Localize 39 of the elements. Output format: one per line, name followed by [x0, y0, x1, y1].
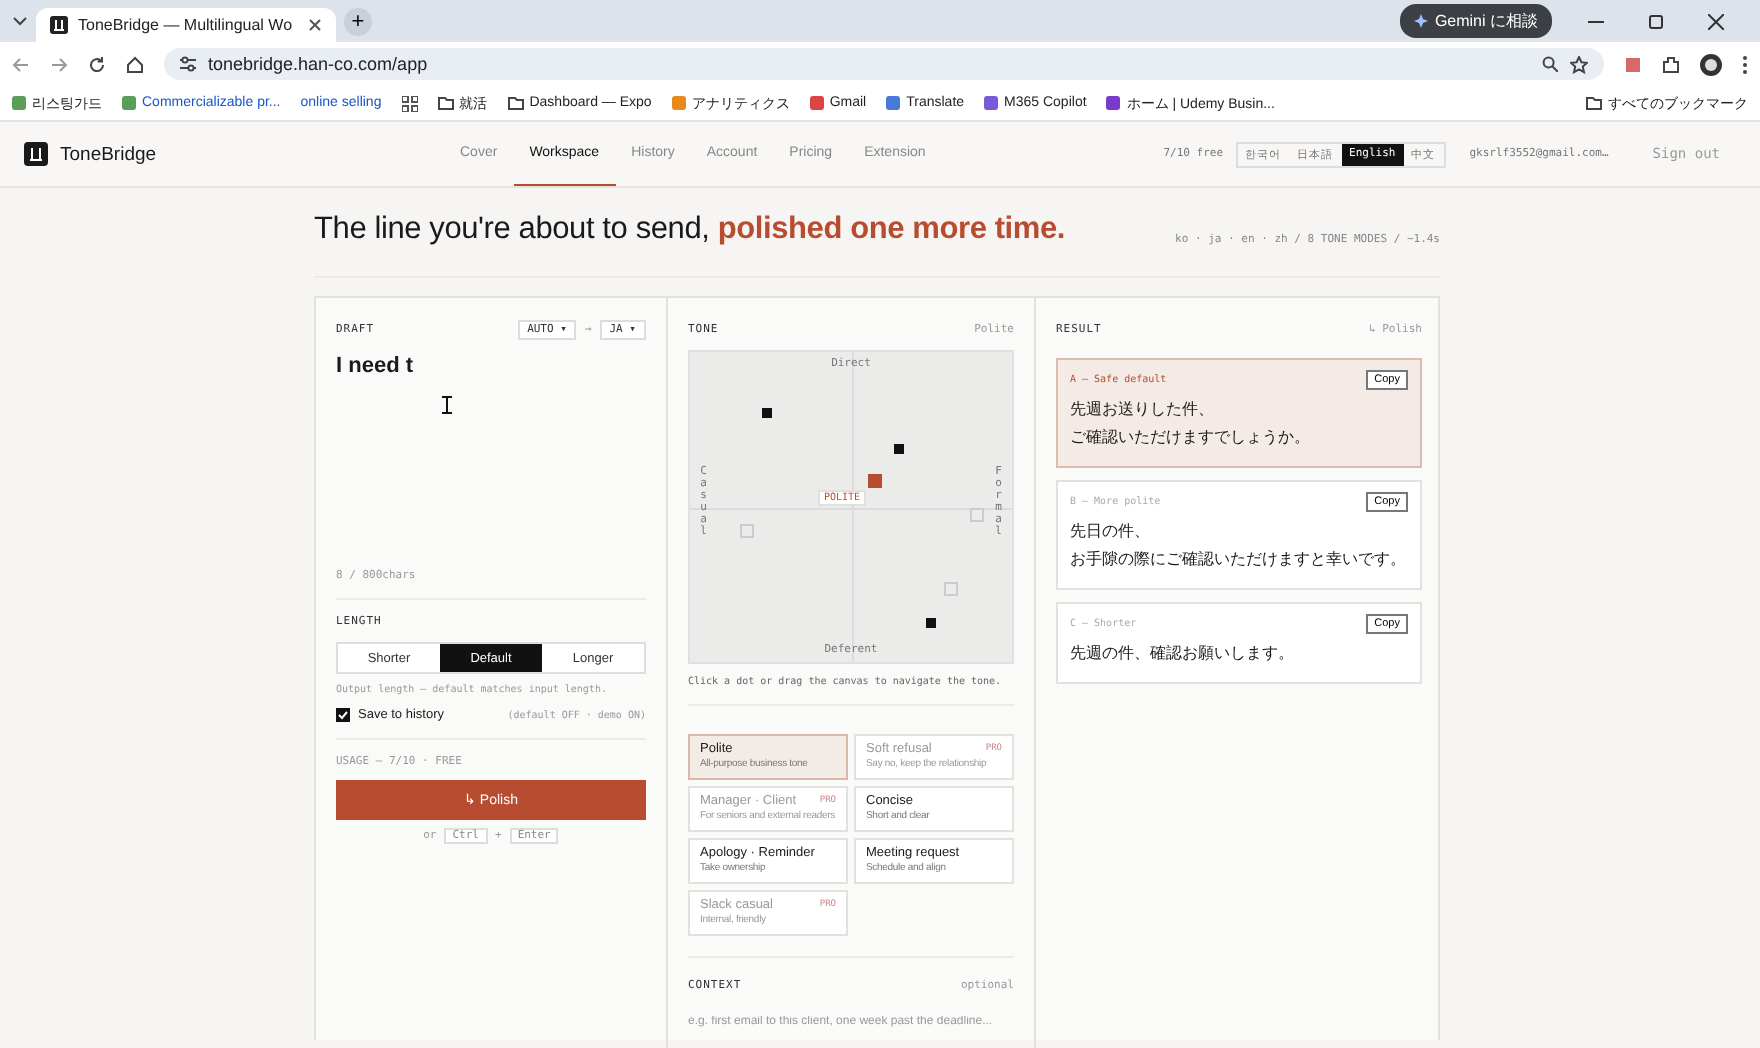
chevron-down-icon[interactable]: [12, 13, 28, 29]
site-info-icon[interactable]: [180, 56, 196, 72]
bookmark-favicon-icon: [12, 96, 26, 110]
bookmark-favicon-icon: [671, 96, 686, 110]
back-icon[interactable]: [12, 55, 30, 73]
folder-icon: [437, 96, 454, 110]
forward-icon[interactable]: [50, 55, 68, 73]
bookmark-favicon-icon: [809, 96, 824, 110]
browser-tab[interactable]: ToneBridge — Multilingual Wo: [36, 8, 336, 42]
draft-field[interactable]: I need t: [336, 354, 646, 570]
profile-avatar-icon[interactable]: [1700, 53, 1722, 75]
reload-icon[interactable]: [88, 55, 106, 73]
text-cursor-icon: [442, 396, 452, 414]
folder-icon: [507, 96, 524, 110]
folder-icon: [1586, 96, 1602, 110]
headline: The line you're about to send, polished one more time.: [314, 212, 1066, 248]
brand-name: ToneBridge: [60, 143, 157, 165]
maximize-icon[interactable]: [1648, 13, 1664, 29]
result-text: 先週お送りした件、 ご確認いただけますでしょうか。: [1070, 398, 1312, 450]
bookmark-favicon-icon: [984, 96, 999, 110]
bookmark-favicon-icon: [1106, 96, 1121, 110]
result-text: 先日の件、 お手隙の際にご確認いただけますと幸いです。: [1070, 520, 1408, 572]
star-icon[interactable]: [1570, 55, 1588, 73]
checkbox[interactable]: [336, 708, 350, 722]
gemini-button[interactable]: Gemini に相談: [1400, 4, 1552, 38]
logo-icon: [50, 16, 68, 34]
close-icon[interactable]: [308, 18, 322, 32]
more-menu-icon[interactable]: [1742, 55, 1748, 73]
close-icon[interactable]: [1708, 13, 1724, 29]
result-text: 先週の件、確認お願いします。: [1070, 642, 1296, 666]
logo-icon: [24, 142, 48, 166]
new-tab-button[interactable]: +: [344, 7, 372, 35]
bookmark-favicon-icon: [886, 96, 901, 110]
bookmark-favicon-icon: [122, 96, 136, 110]
apps-grid-icon[interactable]: [401, 95, 418, 111]
sparkle-icon: [1414, 14, 1429, 28]
address-bar[interactable]: tonebridge.han-co.com/app: [164, 48, 1604, 80]
zoom-icon[interactable]: [1542, 56, 1558, 72]
home-icon[interactable]: [126, 55, 144, 73]
